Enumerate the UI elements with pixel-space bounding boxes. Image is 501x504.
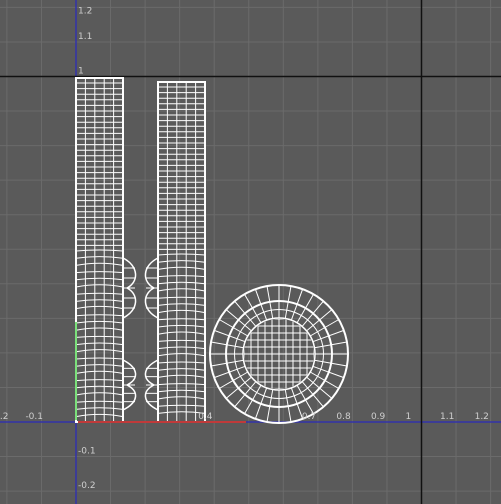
u-tick-label: 0.4 [198, 412, 213, 422]
v-tick-label: 1.2 [78, 6, 92, 16]
uv-editor-viewport[interactable]: -0.2 -0.1 0.4 0.7 0.8 0.9 1 1.1 1.2 1.2 1.1 1 -0.1 -0… [0, 0, 501, 504]
u-tick-label: 0.7 [302, 412, 316, 422]
u-tick-label: -0.2 [0, 412, 8, 422]
u-tick-label: 0.8 [336, 412, 351, 422]
u-tick-label: 1.1 [440, 412, 454, 422]
v-tick-label: -0.1 [78, 447, 96, 457]
v-tick-label: 1.1 [78, 32, 92, 42]
u-tick-label: 1.2 [475, 412, 489, 422]
u-tick-label: 0.9 [371, 412, 386, 422]
uv-canvas[interactable]: -0.2 -0.1 0.4 0.7 0.8 0.9 1 1.1 1.2 1.2 1.1 1 -0.1 -0… [0, 0, 501, 504]
v-tick-label: -0.2 [78, 481, 96, 491]
u-tick-label: -0.1 [25, 412, 43, 422]
disc-shell[interactable] [209, 284, 349, 424]
u-tick-label: 1 [406, 412, 412, 422]
v-tick-label: 1 [78, 67, 84, 77]
